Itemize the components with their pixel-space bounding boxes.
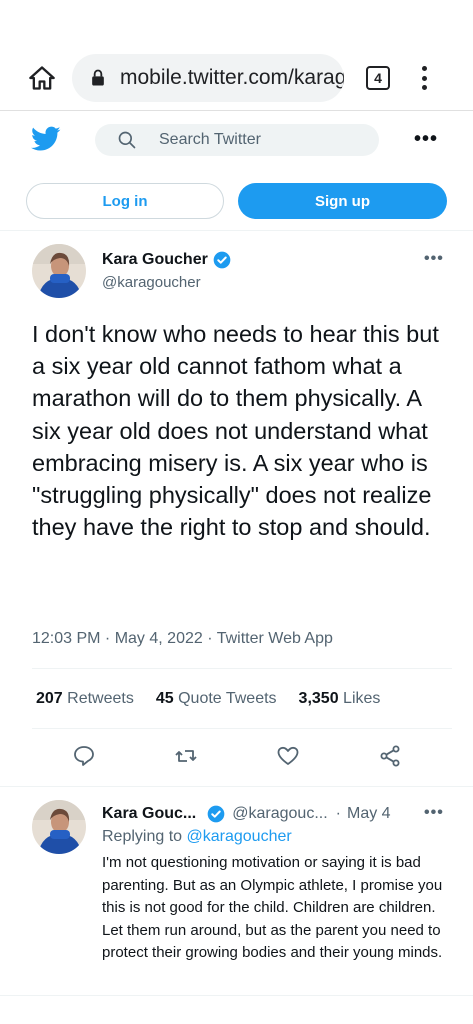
quotes-count: 45	[155, 690, 174, 707]
lock-icon	[92, 69, 104, 86]
tweet-text: I don't know who needs to hear this but …	[32, 321, 439, 541]
reply-more-button[interactable]: •••	[424, 804, 444, 822]
tweet-more-button[interactable]: •••	[424, 250, 444, 268]
signup-button[interactable]: Sign up	[238, 183, 447, 219]
share-icon[interactable]	[378, 744, 402, 768]
replying-to: Replying to @karagoucher	[102, 828, 292, 846]
tweet-timestamp[interactable]: 12:03 PM · May 4, 2022 · Twitter Web App	[32, 630, 333, 648]
search-input[interactable]: Search Twitter	[95, 124, 379, 156]
replying-prefix: Replying to	[102, 828, 183, 845]
tab-count: 4	[374, 70, 382, 86]
avatar[interactable]	[32, 244, 86, 298]
url-text: mobile.twitter.com/karagoucher	[120, 66, 344, 89]
reply-date[interactable]: May 4	[347, 805, 391, 823]
retweets-stat[interactable]: 207 Retweets	[36, 690, 134, 708]
author-name[interactable]: Kara Goucher	[102, 251, 208, 269]
tweet-stats: 207 Retweets 45 Quote Tweets 3,350 Likes	[36, 690, 456, 708]
reply-author-handle[interactable]: @karagouc...	[232, 805, 327, 823]
reply-text: I'm not questioning motivation or saying…	[102, 854, 443, 961]
kebab-menu-icon[interactable]	[412, 64, 436, 92]
browser-toolbar: mobile.twitter.com/karagoucher 4	[0, 52, 473, 104]
home-icon	[29, 66, 55, 90]
author-handle[interactable]: @karagoucher	[102, 274, 201, 291]
search-placeholder: Search Twitter	[159, 131, 261, 148]
likes-count: 3,350	[298, 690, 339, 707]
divider	[0, 786, 473, 787]
tweet-author: Kara Goucher @karagoucher •••	[32, 244, 452, 304]
more-options-button[interactable]: •••	[414, 129, 438, 149]
retweet-icon[interactable]	[174, 744, 198, 768]
login-button[interactable]: Log in	[26, 183, 224, 219]
reply-author-name[interactable]: Kara Gouc...	[102, 805, 196, 823]
home-button[interactable]	[26, 62, 58, 94]
retweets-count: 207	[36, 690, 63, 707]
search-icon	[118, 131, 136, 149]
divider	[32, 728, 452, 729]
tweet-actions	[0, 744, 473, 774]
auth-buttons: Log in Sign up	[26, 183, 447, 219]
address-bar[interactable]: mobile.twitter.com/karagoucher	[72, 54, 344, 102]
likes-stat[interactable]: 3,350 Likes	[299, 690, 381, 708]
likes-label: Likes	[343, 690, 381, 707]
quotes-label: Quote Tweets	[178, 690, 277, 707]
quote-tweets-stat[interactable]: 45 Quote Tweets	[156, 690, 277, 708]
replying-mention-link[interactable]: @karagoucher	[187, 828, 292, 845]
verified-badge-icon	[213, 251, 231, 269]
twitter-header: Search Twitter •••	[0, 118, 473, 164]
divider	[0, 995, 473, 996]
tab-switcher-button[interactable]: 4	[366, 66, 390, 90]
like-icon[interactable]	[276, 744, 300, 768]
chrome-divider	[0, 110, 473, 111]
reply-header: Kara Gouc... @karagouc... · May 4	[102, 804, 391, 824]
verified-badge-icon	[207, 805, 225, 823]
status-bar	[0, 0, 473, 40]
divider	[32, 668, 452, 669]
twitter-bird-icon[interactable]	[31, 126, 61, 152]
reply-icon[interactable]	[72, 744, 96, 768]
separator-dot: ·	[335, 805, 341, 822]
author-name-row: Kara Goucher	[102, 250, 232, 270]
avatar[interactable]	[32, 800, 86, 854]
divider	[0, 230, 473, 231]
retweets-label: Retweets	[67, 690, 134, 707]
